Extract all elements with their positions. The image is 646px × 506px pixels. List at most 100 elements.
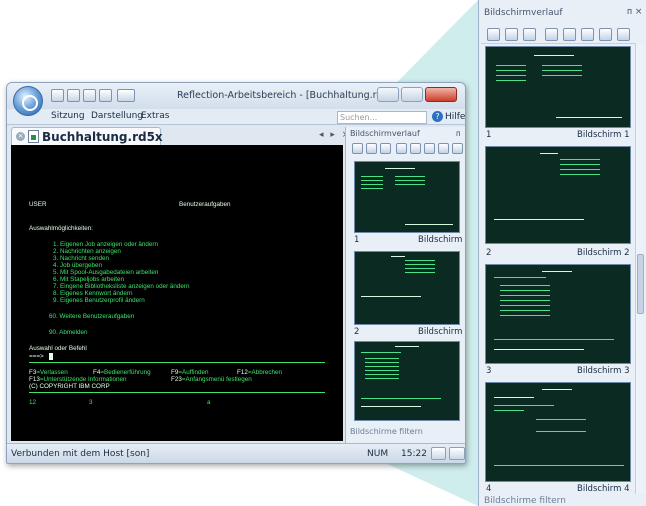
camera-icon[interactable] [410,143,421,154]
settings-icon[interactable] [599,28,612,41]
clock: 15:22 [401,449,427,459]
save-icon[interactable] [83,89,96,102]
menu-option[interactable]: 2. Nachrichten anzeigen [53,248,121,255]
application-orb-button[interactable] [13,86,43,116]
camera-icon[interactable] [563,28,576,41]
screen-icon[interactable] [581,28,594,41]
bottom-divider [29,392,325,393]
command-prompt-arrow: ===> [29,353,44,360]
history-thumbnail-3[interactable] [354,341,460,421]
panel-title: Bildschirmverlauf [484,8,563,18]
screen-history-pane-small: Bildschirmverlauf ᴨ 1 Bildschirm 1 2 Bil… [345,127,466,443]
scrollbar-thumb[interactable] [637,254,644,314]
fkey-f23[interactable]: F23=Anfangsmenü festlegen [171,376,252,383]
fkey-f13[interactable]: F13=Unterstützende Informationen [29,376,127,383]
pin-close-icons[interactable]: ᴨ × [627,7,642,17]
menu-extras[interactable]: Extras [141,111,169,121]
fkey-f13-label: =Unterstützende Informationen [39,376,127,383]
terminal-cursor [49,353,53,360]
open-icon[interactable] [67,89,80,102]
minimize-button[interactable] [377,87,399,102]
tab-close-icon[interactable]: × [16,132,25,141]
fkey-f12-label: =Abbrechen [247,369,282,376]
eraser-icon[interactable] [617,28,630,41]
menu-option[interactable]: 3. Nachricht senden [53,255,109,262]
new-document-icon[interactable] [51,89,64,102]
menu-option[interactable]: 1. Eigenen Job anzeigen oder ändern [53,241,158,248]
menu-option[interactable]: 4. Job übergeben [53,262,102,269]
view-toggle-icon[interactable] [431,447,446,460]
terminal-section-label: Auswahlmöglichkeiten: [29,225,94,232]
paste-icon[interactable] [545,28,558,41]
eraser-icon[interactable] [452,143,463,154]
menu-option[interactable]: 6. Mit Stapeljobs arbeiten [53,276,124,283]
customize-quick-access-icon[interactable] [117,89,135,102]
save-screen-icon[interactable] [487,28,500,41]
connection-status: Verbunden mit dem Host [son] [11,449,150,459]
copy-icon[interactable] [380,143,391,154]
copyright-text: (C) COPYRIGHT IBM CORP [29,383,110,390]
filter-screens-input[interactable]: Bildschirme filtern [484,496,566,506]
close-button[interactable] [425,87,457,102]
filter-screens-input[interactable]: Bildschirme filtern [350,427,423,436]
menu-option[interactable]: 7. Eingene Bibliotheksliste anzeigen ode… [53,283,190,290]
menu-sitzung[interactable]: Sitzung [51,111,85,121]
pane-title: Bildschirmverlauf [350,129,420,138]
paste-icon[interactable] [396,143,407,154]
history-thumbnail-3[interactable] [485,264,631,364]
document-tab[interactable]: × Buchhaltung.rd5x [11,127,163,145]
thumbnail-caption: Bildschirm 4 [577,484,630,494]
thumbnail-number: 1 [354,235,360,245]
terminal-status-c: a [207,399,211,406]
maximize-button[interactable] [401,87,423,102]
fkey-f4[interactable]: F4=Bedienerführung [93,369,151,376]
menu-option[interactable]: 90. Abmelden [49,329,88,336]
thumbnail-caption: Bildschirm 1 [418,235,466,245]
history-thumbnail-1[interactable] [485,46,631,128]
history-thumbnail-1[interactable] [354,161,460,233]
fkey-f12-key: F12 [237,369,248,376]
history-thumbnail-2[interactable] [485,146,631,244]
thumbnail-caption: Bildschirm 2 [577,248,630,258]
thumbnail-number: 2 [486,248,492,258]
terminal-status-a: 12 [29,399,37,406]
terminal-user-label: USER [29,201,47,208]
help-button[interactable]: Hilfe [432,111,465,122]
history-scrollbar[interactable] [635,44,645,494]
thumbnail-number: 2 [354,327,360,337]
fkey-f9-label: =Auffinden [178,369,209,376]
history-thumbnail-2[interactable] [354,251,460,325]
prompt-underline [29,362,325,363]
menu-option[interactable]: 8. Eigenes Kennwort ändern [53,290,132,297]
menu-option[interactable]: 5. Mit Spool-Ausgabedateien arbeiten [53,269,158,276]
thumbnail-caption: Bildschirm 2 [418,327,466,337]
fkey-f3[interactable]: F3=Verlassen [29,369,68,376]
fkey-f4-label: =Bedienerführung [100,369,151,376]
thumbnail-number: 4 [486,484,492,494]
pin-icon[interactable]: ᴨ [456,129,461,138]
terminal-screen[interactable]: USER Benutzeraufgaben Auswahlmöglichkeit… [11,145,343,441]
status-bar: Verbunden mit dem Host [son] NUM 15:22 [7,443,465,463]
layout-dropdown-icon[interactable] [449,447,465,460]
search-input[interactable]: Suchen... [337,111,427,124]
fkey-f13-key: F13 [29,376,40,383]
num-lock-indicator: NUM [367,449,389,459]
fkey-f9[interactable]: F9=Auffinden [171,369,209,376]
document-tab-bar: × Buchhaltung.rd5x ◂ ▸ × [11,127,349,145]
history-thumbnail-4[interactable] [485,382,631,482]
menu-option[interactable]: 9. Eigenes Benutzerprofil ändern [53,297,145,304]
terminal-status-b: 3 [89,399,93,406]
save-screen-icon[interactable] [352,143,363,154]
menu-darstellung[interactable]: Darstellung [91,111,143,121]
screen-history-panel: Bildschirmverlauf ᴨ × 1 Bildschirm 1 2 B… [478,0,646,506]
fkey-f12[interactable]: F12=Abbrechen [237,369,282,376]
screen-icon[interactable] [424,143,435,154]
print-icon[interactable] [99,89,112,102]
document-tab-label: Buchhaltung.rd5x [42,130,163,144]
menu-option[interactable]: 60. Weitere Benutzeraufgaben [49,313,134,320]
title-bar[interactable]: Reflection-Arbeitsbereich - [Buchhaltung… [7,83,465,109]
print-screen-icon[interactable] [505,28,518,41]
copy-icon[interactable] [523,28,536,41]
print-screen-icon[interactable] [366,143,377,154]
settings-icon[interactable] [438,143,449,154]
